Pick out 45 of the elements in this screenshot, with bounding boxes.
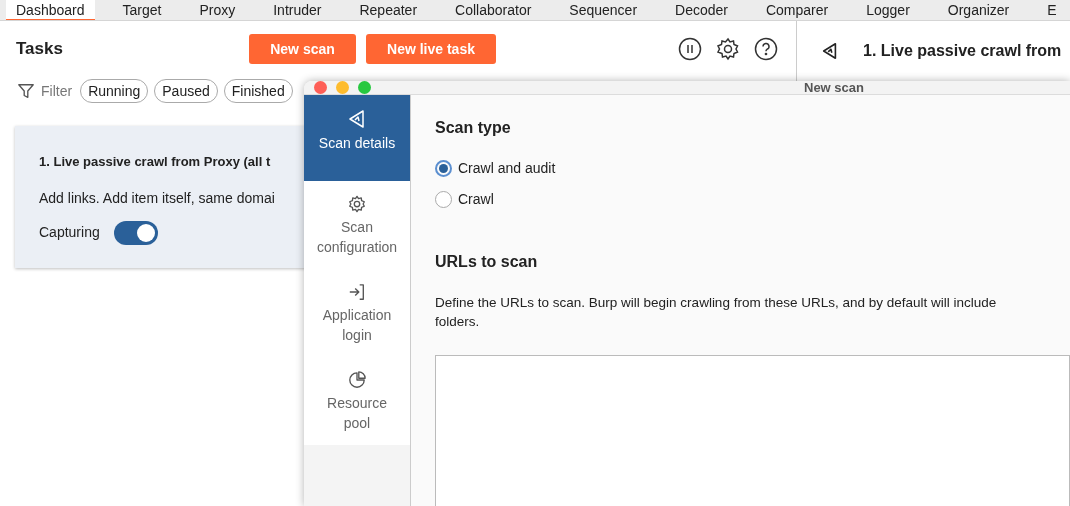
tab[interactable]: Repeater [349, 0, 428, 20]
tab[interactable]: E [1037, 0, 1067, 20]
radio-button[interactable] [435, 160, 452, 177]
radio-label: Crawl and audit [458, 159, 556, 178]
tab[interactable]: Collaborator [445, 0, 542, 20]
tab[interactable]: Logger [856, 0, 920, 20]
task-description: Add links. Add item itself, same domai [39, 188, 276, 208]
panel-title: Tasks [16, 38, 64, 61]
crawl-icon [821, 42, 839, 60]
nav-item[interactable]: Resource pool [304, 357, 410, 445]
tab[interactable]: Organizer [937, 0, 1020, 20]
task-title: 1. Live passive crawl from Proxy (all t [39, 153, 272, 171]
tab[interactable]: Proxy [189, 0, 246, 20]
settings-icon[interactable] [716, 37, 740, 61]
urls-input-field[interactable] [435, 355, 1070, 506]
gear-icon [347, 195, 367, 213]
nav-item[interactable]: Application login [304, 269, 410, 357]
close-button[interactable] [314, 81, 327, 94]
crawl-icon [347, 109, 367, 129]
radio-label: Crawl [458, 190, 494, 209]
filter-label: Filter [41, 81, 73, 101]
filter-chip[interactable]: Running [80, 79, 149, 103]
pause-icon[interactable] [678, 37, 702, 61]
tab[interactable]: Intruder [263, 0, 332, 20]
tab[interactable]: Target [112, 0, 172, 20]
filter-chip[interactable]: Paused [154, 79, 218, 103]
section-heading: Scan type [435, 118, 512, 138]
task-heading: 1. Live passive crawl from [863, 41, 1062, 61]
tab[interactable]: Dashboard [6, 0, 95, 20]
toggle-label: Capturing [39, 223, 100, 242]
dialog-title: New scan [804, 78, 864, 97]
tab[interactable]: Sequencer [559, 0, 648, 20]
tab[interactable]: Comparer [755, 0, 839, 20]
section-description: Define the URLs to scan. Burp will begin crawling from these URLs, and by default will include folders. [435, 294, 998, 331]
pie-icon [347, 371, 367, 389]
filter-chip[interactable]: Finished [223, 79, 293, 103]
tab[interactable]: Decoder [665, 0, 738, 20]
help-icon[interactable] [754, 37, 778, 61]
login-icon [347, 283, 367, 301]
capturing-toggle[interactable] [113, 220, 158, 245]
nav-item[interactable]: Scan details [304, 95, 410, 181]
filter-icon [17, 82, 35, 100]
radio-button[interactable] [435, 191, 452, 208]
nav-item[interactable]: Scan configuration [304, 181, 410, 269]
section-heading: URLs to scan [435, 252, 539, 272]
